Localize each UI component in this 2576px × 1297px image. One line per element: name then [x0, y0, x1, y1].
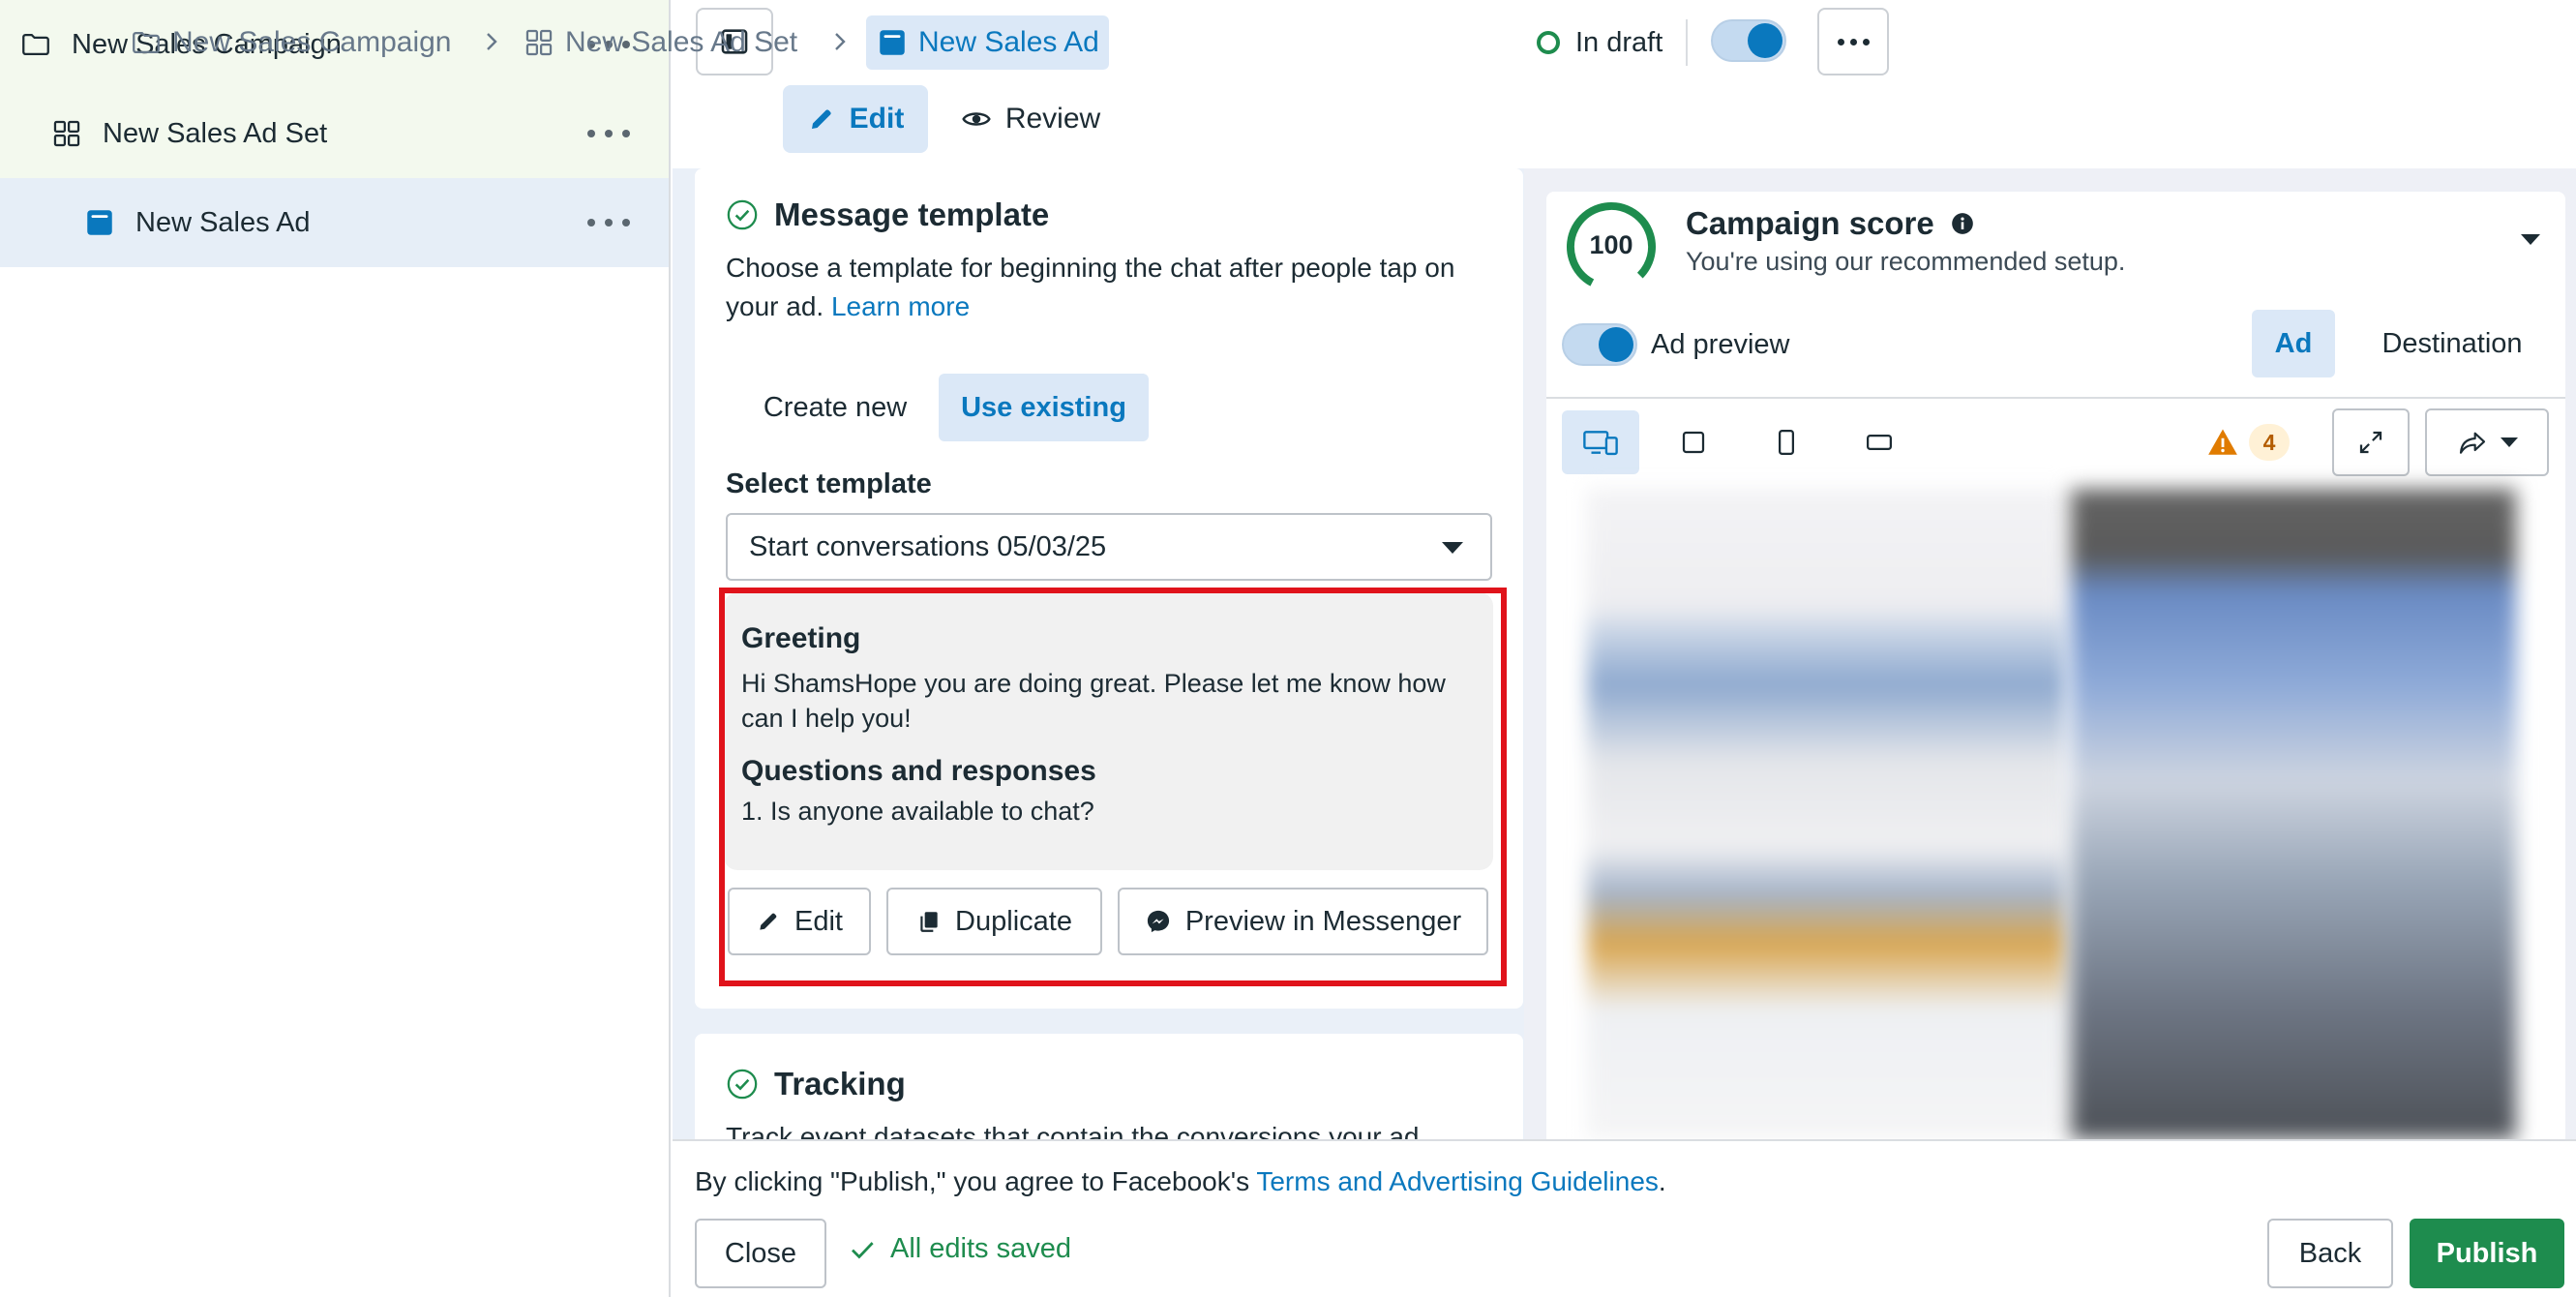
- highlight-box: [719, 588, 1507, 986]
- back-button[interactable]: Back: [2267, 1219, 2393, 1288]
- tracking-description: Track event datasets that contain the co…: [726, 1122, 1420, 1139]
- learn-more-link[interactable]: Learn more: [831, 291, 970, 321]
- all-placements-button[interactable]: [1562, 410, 1639, 474]
- status-ring-icon: [1537, 31, 1560, 54]
- sidebar-item-adset[interactable]: New Sales Ad Set: [0, 89, 669, 178]
- draft-status: In draft: [1537, 15, 1662, 70]
- publish-terms-text: By clicking "Publish," you agree to Face…: [695, 1166, 1666, 1196]
- header-more-button[interactable]: [1817, 8, 1889, 75]
- sidebar-item-ad[interactable]: New Sales Ad: [0, 178, 669, 267]
- sidebar-item-label: New Sales Ad Set: [103, 117, 328, 149]
- chevron-right-icon: [835, 33, 846, 50]
- ad-on-off-toggle[interactable]: [1711, 19, 1786, 62]
- select-template-label: Select template: [726, 468, 932, 499]
- ad-icon: [880, 30, 905, 55]
- breadcrumb-adset[interactable]: New Sales Ad Set: [523, 15, 797, 70]
- select-value: Start conversations 05/03/25: [749, 530, 1107, 562]
- tab-use-existing[interactable]: Use existing: [939, 374, 1149, 441]
- square-format-button[interactable]: [1655, 410, 1732, 474]
- ad-preview-toggle[interactable]: [1562, 323, 1637, 366]
- adset-more-button[interactable]: [587, 118, 630, 149]
- pencil-icon: [811, 109, 831, 129]
- warnings-indicator[interactable]: 4: [2206, 424, 2290, 461]
- folder-icon: [22, 33, 49, 56]
- info-icon[interactable]: [1950, 211, 1975, 236]
- campaign-score-value: 100: [1589, 230, 1633, 259]
- status-label: In draft: [1575, 26, 1663, 58]
- publish-button[interactable]: Publish: [2410, 1219, 2564, 1288]
- share-arrow-icon: [2459, 432, 2486, 454]
- chevron-right-icon: [487, 33, 497, 50]
- panel-divider: [1546, 397, 2565, 399]
- caret-down-icon: [2501, 437, 2518, 447]
- folder-icon: [133, 31, 160, 54]
- check-circle-icon: [727, 199, 758, 230]
- review-mode-tab[interactable]: Review: [948, 85, 1113, 153]
- save-status: All edits saved: [848, 1233, 1071, 1265]
- phone-icon: [1779, 430, 1794, 455]
- grid-icon: [53, 120, 80, 147]
- devices-icon: [1583, 431, 1618, 456]
- check-circle-icon: [727, 1069, 758, 1100]
- ad-preview-label: Ad preview: [1651, 329, 1790, 360]
- warning-count-badge: 4: [2249, 424, 2290, 461]
- vertical-format-button[interactable]: [1748, 410, 1825, 474]
- square-icon: [1682, 431, 1705, 454]
- edit-mode-tab[interactable]: Edit: [783, 85, 928, 153]
- horizontal-format-button[interactable]: [1841, 410, 1918, 474]
- tab-ad[interactable]: Ad: [2252, 310, 2335, 377]
- expand-icon: [2359, 431, 2382, 454]
- ad-more-button[interactable]: [587, 207, 630, 238]
- share-preview-button[interactable]: [2425, 408, 2549, 476]
- caret-down-icon[interactable]: [2521, 234, 2540, 245]
- tracking-title: Tracking: [726, 1066, 906, 1102]
- header-divider: [1686, 19, 1688, 66]
- sidebar-item-label: New Sales Ad: [135, 206, 311, 238]
- campaign-score-title: Campaign score: [1686, 205, 1975, 242]
- breadcrumb-ad[interactable]: New Sales Ad: [866, 15, 1109, 70]
- expand-preview-button[interactable]: [2332, 408, 2410, 476]
- grid-icon: [525, 29, 553, 56]
- breadcrumb-label: New Sales Ad: [918, 26, 1099, 58]
- tab-create-new[interactable]: Create new: [734, 374, 937, 441]
- caret-down-icon: [1442, 542, 1463, 554]
- terms-link[interactable]: Terms and Advertising Guidelines: [1256, 1166, 1659, 1196]
- campaign-score-description: You're using our recommended setup.: [1686, 247, 2126, 276]
- warning-icon: [2208, 429, 2237, 455]
- story-ad-preview-image[interactable]: [2071, 489, 2516, 1139]
- ad-icon: [87, 210, 112, 235]
- close-button[interactable]: Close: [695, 1219, 826, 1288]
- breadcrumb-label: New Sales Ad Set: [565, 26, 798, 58]
- campaign-tree-sidebar: New Sales Campaign New Sales Ad Set New …: [0, 0, 671, 1297]
- message-template-title: Message template: [726, 196, 1049, 233]
- landscape-icon: [1867, 435, 1892, 450]
- eye-icon: [962, 112, 991, 126]
- checkmark-icon: [852, 1241, 874, 1258]
- feed-ad-preview-image[interactable]: [1587, 489, 2066, 1139]
- breadcrumb-campaign[interactable]: New Sales Campaign: [130, 15, 451, 70]
- template-select[interactable]: Start conversations 05/03/25: [726, 513, 1492, 581]
- breadcrumb-label: New Sales Campaign: [172, 26, 452, 58]
- tab-destination[interactable]: Destination: [2357, 310, 2547, 377]
- message-template-description: Choose a template for beginning the chat…: [726, 253, 1455, 321]
